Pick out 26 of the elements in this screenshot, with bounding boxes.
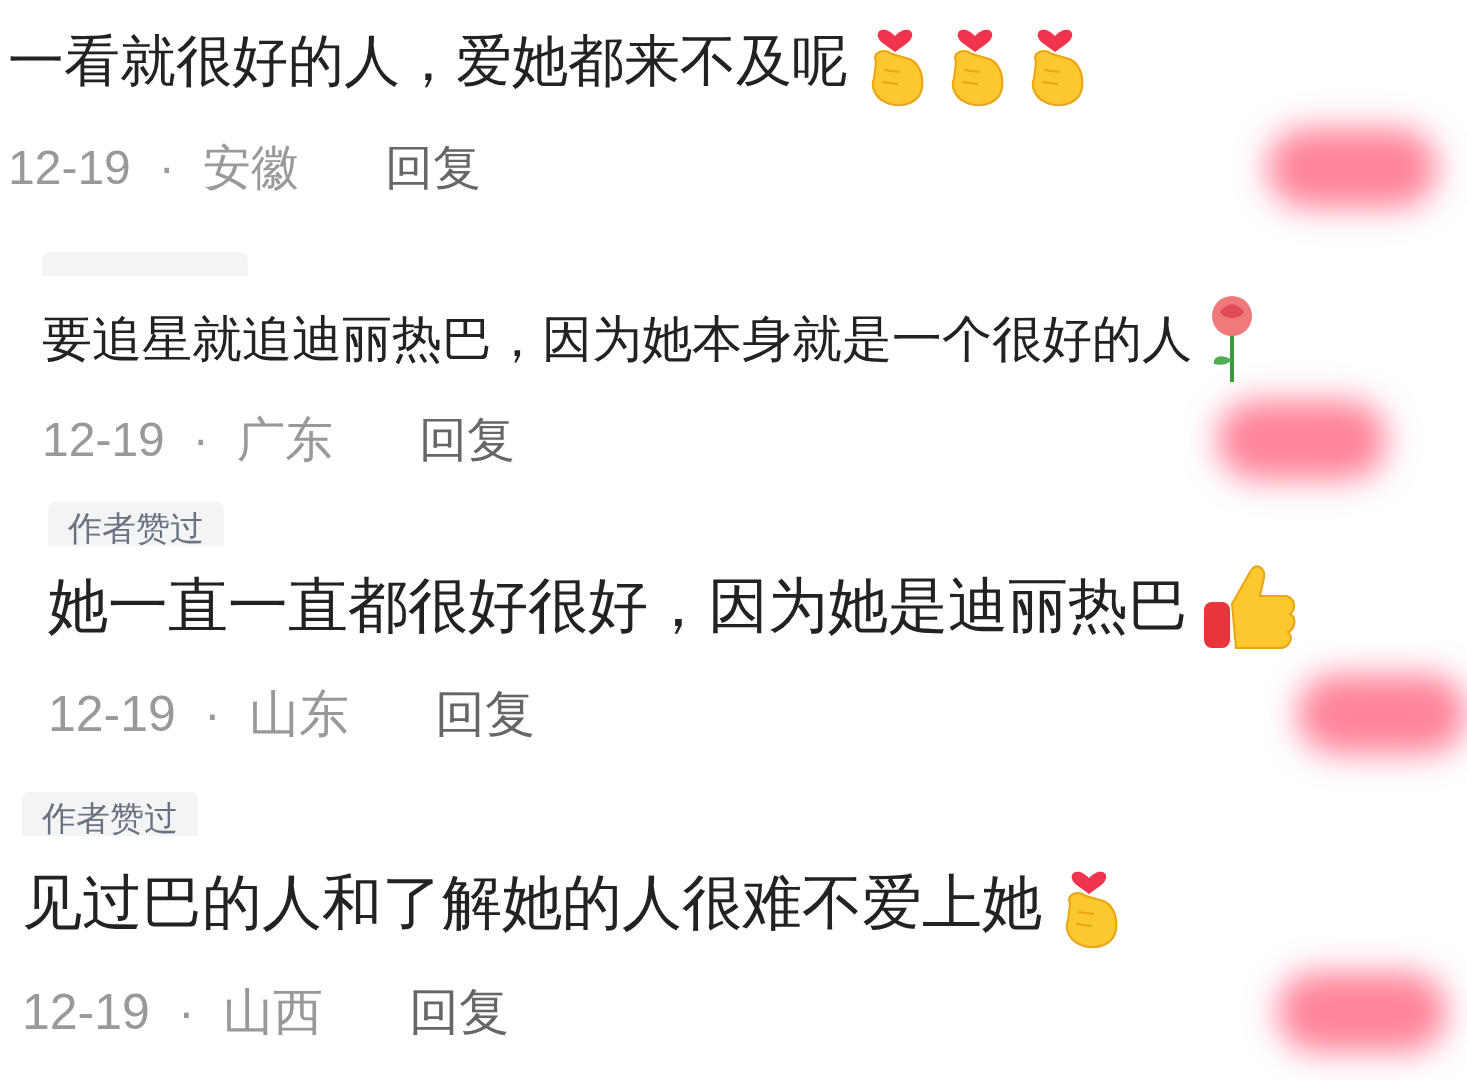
blurred-like-icon[interactable] — [1217, 400, 1387, 480]
comment-text: 要追星就追迪丽热巴，因为她本身就是一个很好的人 — [42, 314, 1192, 364]
comment-date: 12-19 — [8, 144, 131, 192]
blurred-like-icon[interactable] — [1267, 128, 1437, 208]
separator-dot: · — [203, 689, 221, 739]
separator-dot: · — [177, 987, 195, 1037]
reply-button[interactable]: 回复 — [418, 416, 515, 464]
comment-text: 一看就很好的人，爱她都来不及呢 — [8, 33, 848, 89]
reply-button[interactable]: 回复 — [434, 689, 535, 739]
reply-button[interactable]: 回复 — [408, 987, 509, 1037]
separator-dot: · — [192, 416, 209, 464]
comment-date: 12-19 — [48, 689, 176, 739]
comment-text: 见过巴的人和了解她的人很难不爱上她 — [22, 873, 1042, 933]
separator-dot: · — [158, 144, 175, 192]
comment-date: 12-19 — [22, 987, 150, 1037]
comment-location: 广东 — [236, 416, 333, 464]
comment-location: 山东 — [248, 689, 349, 739]
comment-text: 她一直一直都很好很好，因为她是迪丽热巴 — [48, 576, 1188, 636]
comment-date: 12-19 — [42, 416, 165, 464]
blurred-like-icon[interactable] — [1297, 674, 1467, 754]
comment-location: 安徽 — [202, 144, 299, 192]
author-liked-badge: 作者赞过 — [48, 502, 224, 546]
comment-location: 山西 — [222, 987, 323, 1037]
blurred-like-icon[interactable] — [1277, 972, 1447, 1052]
reply-button[interactable]: 回复 — [384, 144, 481, 192]
author-liked-badge: 作者赞过 — [22, 792, 198, 836]
